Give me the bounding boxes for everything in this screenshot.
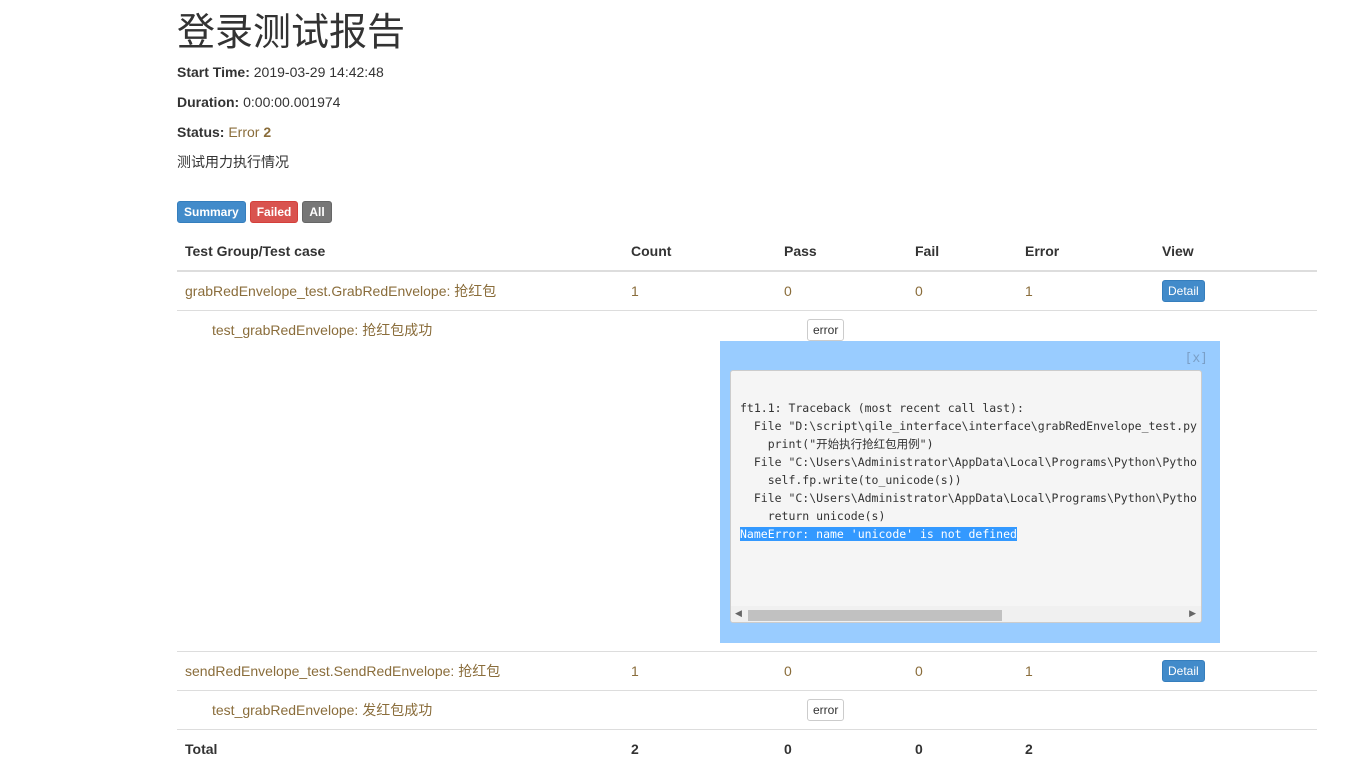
detail-button[interactable]: Detail xyxy=(1162,280,1205,302)
all-filter-button[interactable]: All xyxy=(302,201,331,223)
total-label: Total xyxy=(177,730,623,768)
status: Status: Error 2 xyxy=(177,122,271,142)
scroll-thumb[interactable] xyxy=(748,610,1002,621)
status-count: 2 xyxy=(263,124,271,140)
total-count: 2 xyxy=(623,730,776,768)
popup-close-button[interactable]: [x] xyxy=(1185,351,1208,366)
group-row: sendRedEnvelope_test.SendRedEnvelope: 抢红… xyxy=(177,652,1317,691)
failed-filter-button[interactable]: Failed xyxy=(250,201,299,223)
traceback-line: File "C:\Users\Administrator\AppData\Loc… xyxy=(740,455,1197,469)
detail-button[interactable]: Detail xyxy=(1162,660,1205,682)
duration-label: Duration: xyxy=(177,94,239,110)
start-time-label: Start Time: xyxy=(177,64,250,80)
header-test-case: Test Group/Test case xyxy=(177,232,623,271)
case-name: test_grabRedEnvelope: 抢红包成功 xyxy=(177,311,623,350)
traceback-line: File "D:\script\qile_interface\interface… xyxy=(740,419,1197,433)
traceback-line: self.fp.write(to_unicode(s)) xyxy=(740,473,962,487)
page-title: 登录测试报告 xyxy=(177,10,405,56)
case-row: test_grabRedEnvelope: 发红包成功 error xyxy=(177,691,1317,730)
group-name: sendRedEnvelope_test.SendRedEnvelope: 抢红… xyxy=(177,652,623,691)
horizontal-scrollbar[interactable]: ◀ ▶ xyxy=(731,606,1201,622)
traceback-line: print("开始执行抢红包用例") xyxy=(740,437,934,451)
group-pass: 0 xyxy=(776,652,907,691)
group-count: 1 xyxy=(623,271,776,311)
header-error: Error xyxy=(1017,232,1154,271)
group-fail: 0 xyxy=(907,652,1017,691)
start-time-value: 2019-03-29 14:42:48 xyxy=(254,64,384,80)
group-row: grabRedEnvelope_test.GrabRedEnvelope: 抢红… xyxy=(177,271,1317,311)
header-view: View xyxy=(1154,232,1317,271)
duration: Duration: 0:00:00.001974 xyxy=(177,92,340,112)
status-label: Status: xyxy=(177,124,224,140)
duration-value: 0:00:00.001974 xyxy=(243,94,340,110)
traceback-box: ft1.1: Traceback (most recent call last)… xyxy=(730,370,1202,623)
error-popup: [x] ft1.1: Traceback (most recent call l… xyxy=(720,341,1220,643)
table-header-row: Test Group/Test case Count Pass Fail Err… xyxy=(177,232,1317,271)
report-description: 测试用力执行情况 xyxy=(177,152,289,172)
summary-filter-button[interactable]: Summary xyxy=(177,201,246,223)
group-name: grabRedEnvelope_test.GrabRedEnvelope: 抢红… xyxy=(177,271,623,311)
status-value: Error xyxy=(228,124,259,140)
group-error: 1 xyxy=(1017,271,1154,311)
group-pass: 0 xyxy=(776,271,907,311)
error-message-highlight: NameError: name 'unicode' is not defined xyxy=(740,527,1017,541)
case-error-button[interactable]: error xyxy=(807,319,844,341)
case-name: test_grabRedEnvelope: 发红包成功 xyxy=(177,691,623,730)
header-pass: Pass xyxy=(776,232,907,271)
group-fail: 0 xyxy=(907,271,1017,311)
total-error: 2 xyxy=(1017,730,1154,768)
traceback-line: ft1.1: Traceback (most recent call last)… xyxy=(740,401,1024,415)
case-error-button[interactable]: error xyxy=(807,699,844,721)
total-row: Total 2 0 0 2 xyxy=(177,730,1317,768)
traceback-text: ft1.1: Traceback (most recent call last)… xyxy=(740,399,1197,543)
scroll-left-arrow-icon[interactable]: ◀ xyxy=(735,608,742,619)
traceback-line: File "C:\Users\Administrator\AppData\Loc… xyxy=(740,491,1197,505)
header-fail: Fail xyxy=(907,232,1017,271)
total-pass: 0 xyxy=(776,730,907,768)
filter-buttons: Summary Failed All xyxy=(177,201,332,223)
group-count: 1 xyxy=(623,652,776,691)
traceback-line: return unicode(s) xyxy=(740,509,885,523)
scroll-right-arrow-icon[interactable]: ▶ xyxy=(1189,608,1196,619)
header-count: Count xyxy=(623,232,776,271)
start-time: Start Time: 2019-03-29 14:42:48 xyxy=(177,62,384,82)
group-error: 1 xyxy=(1017,652,1154,691)
total-fail: 0 xyxy=(907,730,1017,768)
